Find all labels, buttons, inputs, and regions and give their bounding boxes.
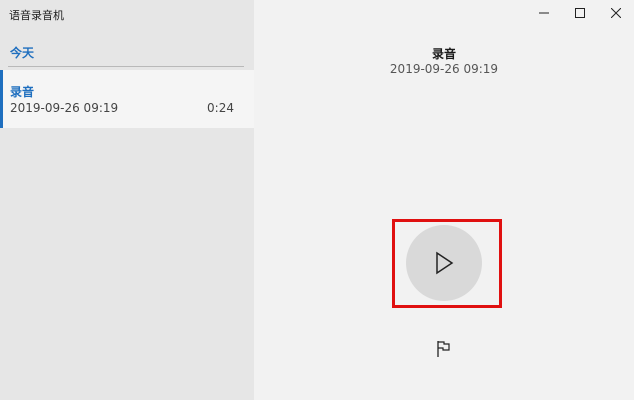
maximize-icon	[575, 8, 585, 18]
recording-timestamp: 2019-09-26 09:19	[389, 62, 499, 76]
recording-list-item[interactable]: 录音 2019-09-26 09:19 0:24	[0, 70, 254, 128]
close-icon	[611, 8, 621, 18]
minimize-button[interactable]	[526, 0, 562, 26]
window-controls	[526, 0, 634, 26]
recording-name: 录音	[10, 85, 35, 99]
sidebar: 语音录音机 今天 录音 2019-09-26 09:19 0:24	[0, 0, 254, 400]
group-divider	[8, 66, 244, 67]
maximize-button[interactable]	[562, 0, 598, 26]
play-icon	[436, 251, 454, 275]
recording-title: 录音	[431, 47, 456, 61]
voice-recorder-window: 语音录音机 今天 录音 2019-09-26 09:19 0:24 录音 201…	[0, 0, 634, 400]
group-header-today: 今天	[10, 46, 35, 60]
play-button[interactable]	[406, 225, 482, 301]
selected-indicator	[0, 70, 3, 128]
close-button[interactable]	[598, 0, 634, 26]
minimize-icon	[539, 12, 549, 14]
app-title: 语音录音机	[9, 9, 64, 22]
recording-duration: 0:24	[207, 101, 234, 115]
recording-date: 2019-09-26 09:19	[10, 101, 119, 115]
flag-icon	[437, 341, 450, 357]
add-marker-button[interactable]	[432, 337, 456, 361]
